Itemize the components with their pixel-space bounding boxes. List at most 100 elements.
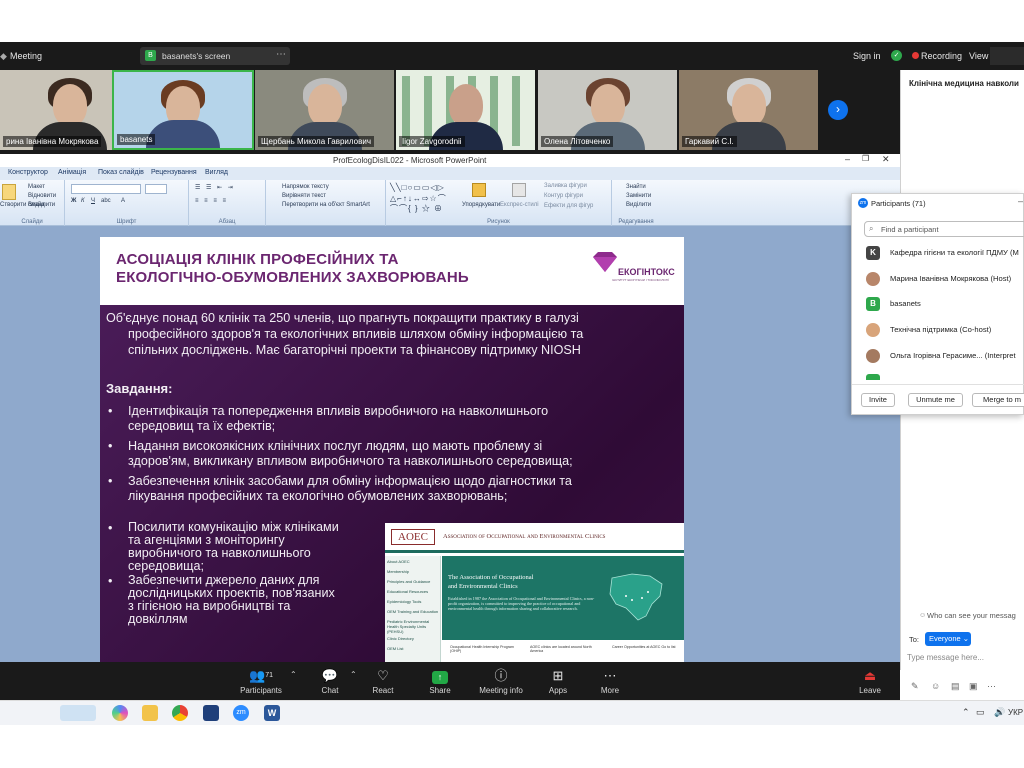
format-icon[interactable]: ✎: [911, 681, 919, 692]
participant-search-input[interactable]: ⌕ Find a participant: [864, 221, 1024, 237]
tile-name: basanets: [117, 134, 156, 145]
font-name-select[interactable]: [71, 184, 141, 194]
meeting-info-button[interactable]: ⓘ Meeting info: [474, 666, 528, 695]
chat-button[interactable]: 💬 Chat: [306, 666, 354, 695]
react-button[interactable]: ♡ React: [359, 666, 407, 695]
volume-icon[interactable]: 🔊: [994, 707, 1005, 718]
word-icon[interactable]: W: [264, 705, 280, 721]
tab-view[interactable]: Вигляд: [205, 169, 228, 176]
delete-button[interactable]: Видалити: [28, 202, 55, 208]
convert-smartart-button[interactable]: Перетворити на об'єкт SmartArt: [282, 202, 370, 208]
participant-row[interactable]: Марина Іванівна Мокрякова (Host): [866, 272, 1024, 288]
arrange-icon[interactable]: [472, 183, 486, 197]
file-icon[interactable]: ▤: [951, 681, 960, 692]
bold-icon[interactable]: Ж: [71, 198, 76, 204]
participant-row[interactable]: Ольга Ігорівна Герасиме... (Interpret: [866, 349, 1024, 365]
replace-button[interactable]: Замінити: [626, 193, 651, 199]
network-icon[interactable]: ▭: [976, 707, 985, 718]
video-tile[interactable]: Гаркавий С.І.: [679, 70, 818, 150]
participants-button[interactable]: 👥71 Participants: [236, 666, 286, 695]
leave-button[interactable]: ⏏ Leave: [846, 666, 894, 695]
recipient-select[interactable]: Everyone ⌄: [925, 632, 971, 646]
shape-effects-button[interactable]: Ефекти для фігур: [544, 203, 593, 209]
aoec-nav-item: OEM List: [387, 646, 404, 651]
video-tile[interactable]: Олена Літовченко: [538, 70, 677, 150]
restore-icon[interactable]: ❐: [862, 154, 869, 163]
new-slide-icon[interactable]: [2, 184, 16, 200]
tab-animation[interactable]: Анімація: [58, 169, 86, 176]
reset-button[interactable]: Відновити: [28, 193, 56, 199]
language-indicator[interactable]: УКР: [1008, 708, 1023, 717]
merge-button[interactable]: Merge to m: [972, 393, 1024, 407]
font-size-select[interactable]: [145, 184, 167, 194]
quick-styles-icon[interactable]: [512, 183, 526, 197]
bullet-text: Ідентифікація та попередження впливів ви…: [128, 404, 549, 418]
more-label: More: [600, 686, 620, 695]
text-group: Напрямок тексту Вирівняти текст Перетвор…: [266, 180, 386, 226]
powerpoint-title-bar: ProfEcologDisIL022 - Microsoft PowerPoin…: [0, 154, 900, 167]
file-explorer-icon[interactable]: [142, 705, 158, 721]
close-icon[interactable]: ✕: [882, 154, 890, 165]
grid-icon[interactable]: [990, 47, 1024, 65]
aoec-nav-item: About AOEC: [387, 559, 410, 564]
strikethrough-icon[interactable]: abc: [101, 198, 111, 204]
chevron-up-icon[interactable]: ⌃: [962, 707, 970, 718]
italic-icon[interactable]: К: [81, 198, 85, 204]
apps-button[interactable]: ⊞ Apps: [534, 666, 582, 695]
aoec-hero-heading: and Environmental Clinics: [448, 583, 518, 590]
list-icons[interactable]: ☰ ☰ ⇤ ⇥: [195, 184, 235, 191]
unmute-me-button[interactable]: Unmute me: [908, 393, 963, 407]
align-icons[interactable]: ≡ ≡ ≡ ≡: [195, 198, 228, 204]
tab-design[interactable]: Конструктор: [8, 169, 48, 176]
arrange-button[interactable]: Упорядкувати: [462, 202, 500, 208]
participant-row[interactable]: K Кафедра гігієни та екології ПДМУ (M: [866, 246, 1024, 262]
more-options-icon[interactable]: ⋯: [276, 49, 286, 60]
sign-in-link[interactable]: Sign in: [853, 51, 881, 61]
participant-row[interactable]: B basanets: [866, 297, 1024, 313]
screenshot-icon[interactable]: ▣: [969, 681, 978, 692]
shape-outline-button[interactable]: Контур фігури: [544, 193, 583, 199]
shapes-gallery-row3[interactable]: ⌒⌒{ } ☆ ⊕: [390, 203, 443, 214]
find-button[interactable]: Знайти: [626, 184, 646, 190]
app-icon[interactable]: [203, 705, 219, 721]
aoec-header: AOEC Association of Occupational and Env…: [385, 523, 684, 553]
aoec-nav: About AOEC Membership Principles and Gui…: [385, 556, 441, 662]
layout-button[interactable]: Макет: [28, 184, 45, 190]
video-tile[interactable]: Щербань Микола Гаврилович: [255, 70, 394, 150]
underline-icon[interactable]: Ч: [91, 198, 95, 204]
invite-button[interactable]: Invite: [861, 393, 895, 407]
minimize-icon[interactable]: –: [845, 154, 850, 164]
select-button[interactable]: Виділити: [626, 202, 651, 208]
video-tile[interactable]: Iigor Zavgorodnii: [396, 70, 535, 150]
view-button[interactable]: View: [969, 51, 988, 61]
chevron-up-icon[interactable]: ⌃: [350, 670, 357, 679]
next-videos-arrow-icon[interactable]: ›: [828, 100, 848, 120]
chat-input[interactable]: Type message here...: [907, 653, 984, 662]
meeting-icon: ◆: [0, 51, 7, 61]
share-button[interactable]: ↑ Share: [416, 666, 464, 695]
font-color-icon[interactable]: A: [121, 198, 125, 204]
weather-widget-icon[interactable]: [60, 705, 96, 721]
quick-styles-button[interactable]: Експрес-стилі: [500, 202, 539, 208]
shape-fill-button[interactable]: Заливка фігури: [544, 183, 587, 189]
participant-row[interactable]: Технічна підтримка (Co-host): [866, 323, 1024, 339]
more-button[interactable]: ⋯ More: [586, 666, 634, 695]
more-chat-icon[interactable]: ⋯: [987, 681, 996, 692]
who-can-see-text[interactable]: Who can see your messag: [927, 611, 1016, 620]
copilot-icon[interactable]: [112, 705, 128, 721]
video-tile-active-speaker[interactable]: basanets: [112, 70, 254, 150]
emoji-icon[interactable]: ☺: [931, 681, 940, 691]
aoec-logo: AOEC: [391, 529, 435, 545]
shield-check-icon[interactable]: ✓: [891, 50, 902, 61]
shapes-gallery[interactable]: ╲╲□○▭▭◁▷: [390, 183, 445, 192]
align-text-button[interactable]: Вирівняти текст: [282, 193, 326, 199]
text-direction-button[interactable]: Напрямок тексту: [282, 184, 329, 190]
chevron-up-icon[interactable]: ⌃: [290, 670, 297, 679]
tab-review[interactable]: Рецензування: [151, 169, 197, 176]
recording-label[interactable]: Recording: [921, 51, 962, 61]
chrome-icon[interactable]: [172, 705, 188, 721]
zoom-taskbar-icon[interactable]: zm: [233, 705, 249, 721]
minimize-popup-icon[interactable]: –: [1018, 196, 1023, 206]
screen-share-pill[interactable]: B basanets's screen ⋯: [140, 47, 290, 65]
tab-slideshow[interactable]: Показ слайдів: [98, 169, 144, 176]
